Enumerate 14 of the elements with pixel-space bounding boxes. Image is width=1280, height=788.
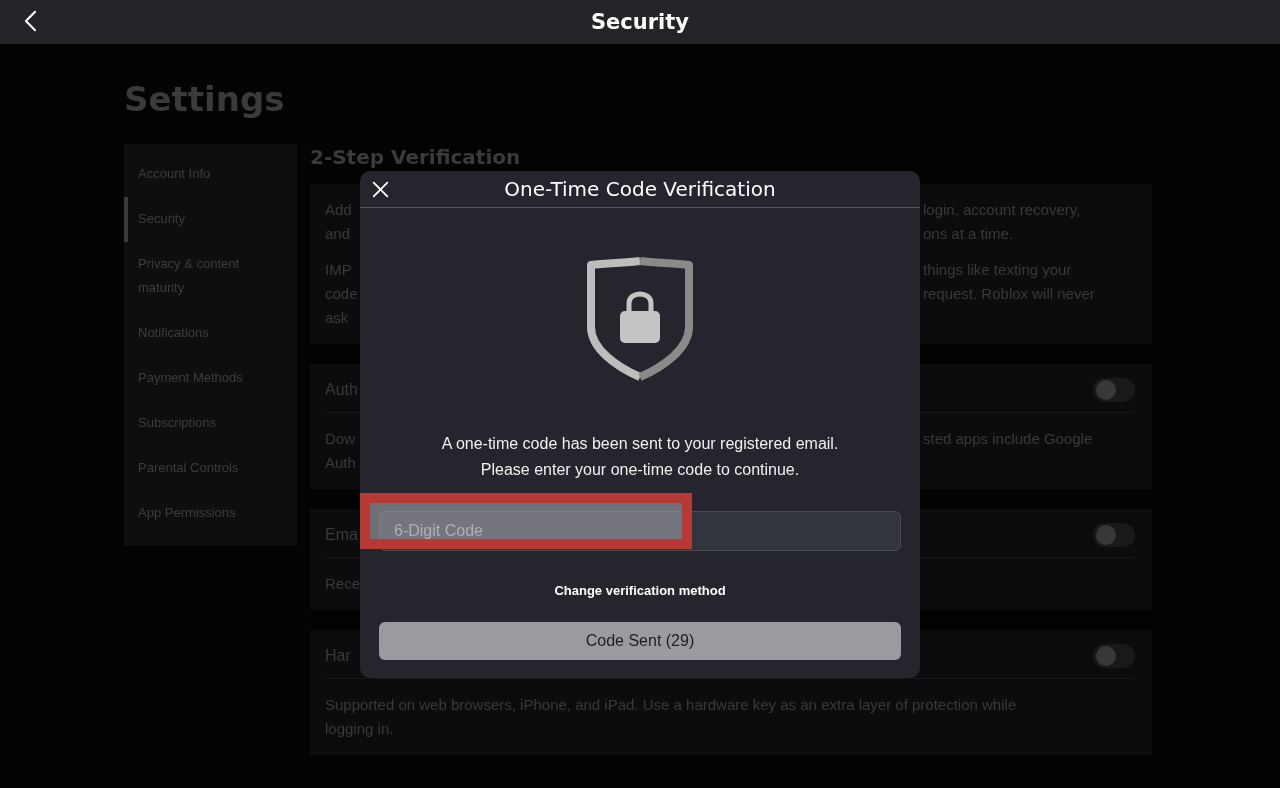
code-input-field[interactable]: 6-Digit Code bbox=[379, 511, 901, 551]
toggle-switch[interactable] bbox=[1093, 378, 1135, 402]
close-icon[interactable] bbox=[372, 181, 389, 198]
shield-lock-icon bbox=[585, 257, 695, 381]
toggle-switch[interactable] bbox=[1093, 644, 1135, 668]
dialog-message: Please enter your one-time code to continue. bbox=[479, 460, 801, 480]
dialog-title: One-Time Code Verification bbox=[504, 177, 776, 201]
change-method-link[interactable]: Change verification method bbox=[554, 583, 726, 598]
screen-title: Security bbox=[590, 10, 690, 34]
page-title: Settings bbox=[124, 78, 286, 121]
section-title: 2-Step Verification bbox=[310, 144, 522, 170]
dialog-message: A one-time code has been sent to your registered email. bbox=[441, 434, 839, 454]
toggle-switch[interactable] bbox=[1093, 523, 1135, 547]
back-icon[interactable] bbox=[24, 10, 37, 32]
